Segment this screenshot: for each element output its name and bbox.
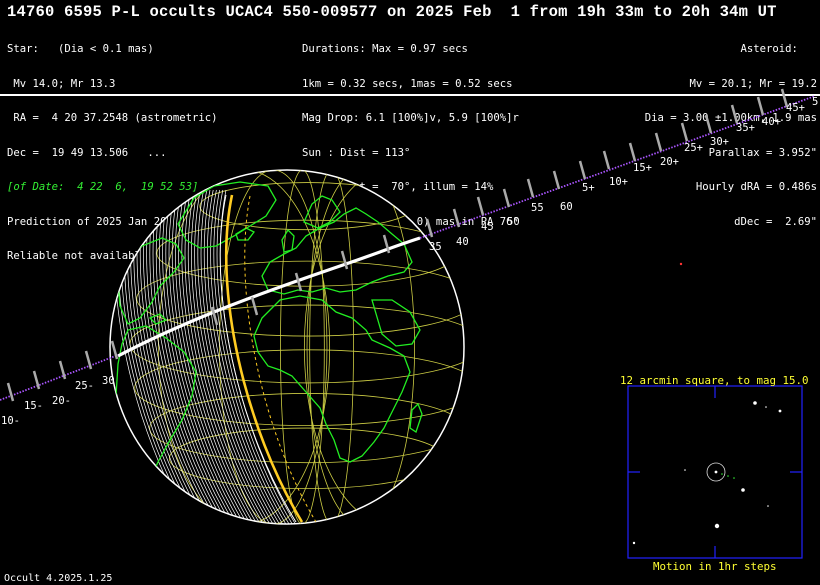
track-label: 40 (456, 236, 469, 248)
inset-title: 12 arcmin square, to mag 15.0 (620, 374, 809, 387)
track-label: 50 (507, 216, 520, 228)
track-tick (680, 122, 689, 142)
field-star (741, 488, 745, 492)
track-tick (526, 178, 535, 198)
track-tick (6, 382, 15, 402)
track-label: 5 (812, 96, 819, 108)
track-label: 5+ (582, 182, 595, 194)
asteroid-motion-1 (721, 473, 723, 475)
track-tick (476, 196, 485, 216)
track-tick (552, 170, 561, 190)
track-label: 55 (531, 202, 544, 214)
field-star (778, 409, 782, 413)
track-label: 45 (481, 221, 494, 233)
track-label: 15+ (633, 162, 652, 174)
track-label: 45+ (786, 102, 805, 114)
track-line-east (419, 95, 816, 239)
track-label: 25- (75, 380, 94, 392)
field-star (753, 401, 757, 405)
track-tick (452, 208, 461, 228)
track-tick (578, 160, 587, 180)
track-label: 15- (24, 400, 43, 412)
track-tick (704, 114, 713, 134)
track-label: 20+ (660, 156, 679, 168)
track-label: 35 (429, 241, 442, 253)
track-label: 10+ (609, 176, 628, 188)
track-label: 10- (1, 415, 20, 427)
software-version: Occult 4.2025.1.25 (4, 573, 113, 584)
red-marker (679, 262, 683, 266)
track-tick (502, 188, 511, 208)
asteroid-motion-3 (733, 477, 735, 479)
field-star (767, 505, 769, 507)
track-label: 40+ (762, 116, 781, 128)
field-star (765, 406, 767, 408)
track-tick (628, 142, 637, 162)
asteroid-motion-2 (727, 475, 729, 477)
field-star (684, 469, 686, 471)
track-tick (654, 132, 663, 152)
track-tick (756, 96, 765, 116)
track-tick (730, 104, 739, 124)
track-label: 35+ (736, 122, 755, 134)
star-chart-inset (627, 385, 803, 559)
field-star (632, 541, 636, 545)
track-label: 25+ (684, 142, 703, 154)
inset-footer: Motion in 1hr steps (653, 560, 777, 573)
track-label: 20- (52, 395, 71, 407)
target-star (714, 470, 718, 474)
field-star (714, 523, 720, 529)
track-label: 30+ (710, 136, 729, 148)
globe-map (0, 88, 816, 559)
track-label: 60 (560, 201, 573, 213)
track-label: 30 (102, 375, 115, 387)
track-tick (602, 150, 611, 170)
